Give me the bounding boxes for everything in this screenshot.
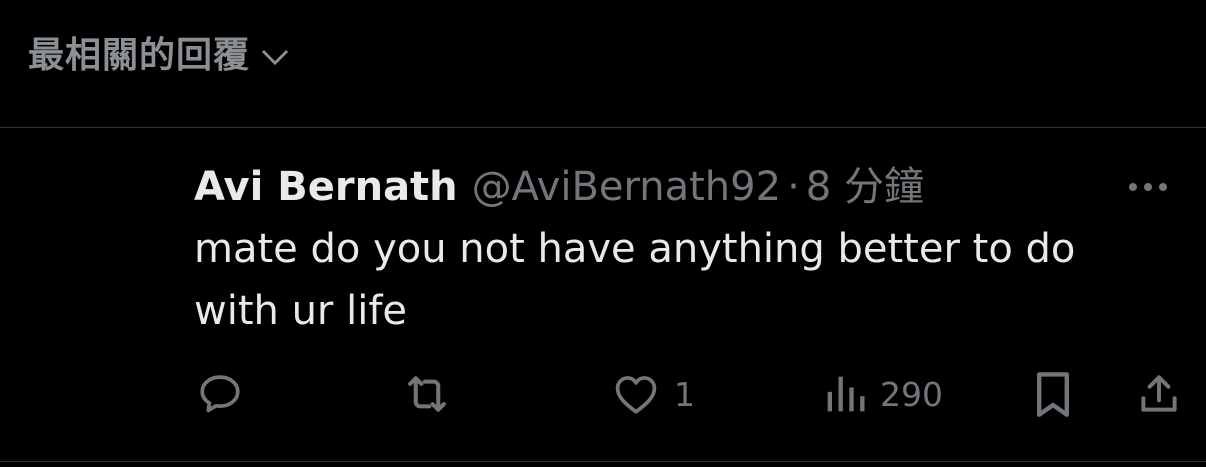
- heart-icon: [615, 376, 657, 414]
- views-button[interactable]: 290: [822, 364, 943, 424]
- comment-icon: [200, 375, 240, 413]
- sort-label: 最相關的回覆: [28, 35, 251, 76]
- author-handle[interactable]: @AviBernath92: [472, 158, 781, 216]
- reply-text: mate do you not have anything better to …: [194, 226, 1076, 334]
- divider: [0, 127, 1206, 128]
- repost-icon: [408, 376, 446, 412]
- more-icon[interactable]: [1120, 172, 1176, 202]
- chevron-down-icon: [256, 37, 294, 75]
- repost-button[interactable]: [400, 364, 454, 424]
- bookmark-button[interactable]: [1030, 364, 1076, 424]
- divider: [0, 461, 1206, 462]
- reply-post[interactable]: Avi Bernath @AviBernath92 · 8 分鐘 mate do…: [194, 158, 1184, 342]
- timestamp[interactable]: 8 分鐘: [806, 158, 924, 216]
- sort-replies-dropdown[interactable]: 最相關的回覆: [28, 30, 294, 82]
- reply-button[interactable]: [194, 364, 246, 424]
- like-count: 1: [674, 374, 695, 414]
- action-bar: 1 290: [190, 364, 1190, 424]
- separator-dot: ·: [787, 164, 800, 210]
- views-icon: [827, 376, 865, 412]
- share-button[interactable]: [1134, 364, 1184, 424]
- like-button[interactable]: 1: [610, 364, 695, 424]
- reply-header: Avi Bernath @AviBernath92 · 8 分鐘: [194, 158, 1184, 216]
- share-icon: [1141, 375, 1177, 412]
- reply-thread: 最相關的回覆 Avi Bernath @AviBernath92 · 8 分鐘 …: [0, 0, 1206, 467]
- views-count: 290: [880, 374, 943, 414]
- author-name[interactable]: Avi Bernath: [194, 158, 458, 216]
- bookmark-icon: [1037, 372, 1069, 417]
